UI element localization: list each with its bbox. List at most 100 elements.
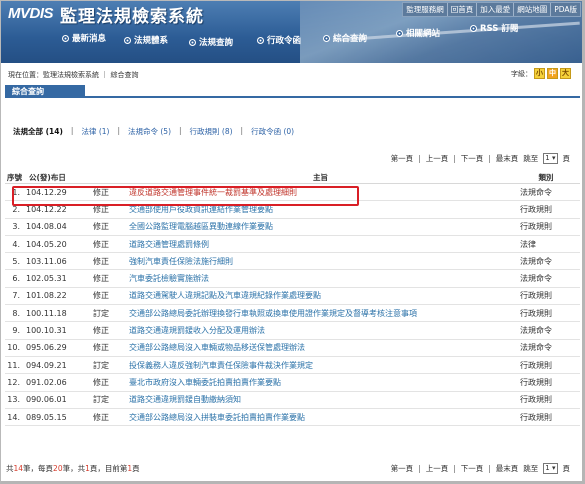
- font-size-large-button[interactable]: 大: [560, 68, 571, 79]
- toplink-home[interactable]: 回首頁: [446, 3, 477, 16]
- row-number: 7.: [12, 291, 20, 301]
- table-row: 11. 094.09.21 訂定 投保義務人違反強制汽車責任保險事件裁決作業規定 行政規…: [5, 357, 580, 375]
- summary-text: 頁: [132, 464, 140, 473]
- pager-prev-link[interactable]: 上一頁: [426, 463, 449, 474]
- pager-last-link[interactable]: 最末頁: [496, 463, 519, 474]
- pager-prev-link[interactable]: 上一頁: [426, 153, 449, 164]
- table-header: 序號 公(發)布日 主旨 類別: [5, 172, 580, 184]
- pager-page-suffix: 頁: [562, 154, 571, 163]
- pager-separator: |: [453, 154, 456, 163]
- row-category: 行政規則: [520, 204, 552, 214]
- mvdis-logo[interactable]: MVDIS: [8, 5, 54, 22]
- header-title: 主旨: [313, 173, 328, 182]
- pager-page-suffix: 頁: [562, 464, 571, 473]
- row-title-link[interactable]: 違反道路交通管理事件統一裁罰基準及處理細則: [129, 187, 512, 198]
- row-title-link[interactable]: 交通部公路總局沒入車輛或物品移送保管處理辦法: [129, 342, 512, 353]
- row-category: 法規命令: [520, 187, 552, 197]
- pager-jump-label: 跳至: [523, 154, 539, 163]
- pager-first-link[interactable]: 第一頁: [391, 463, 414, 474]
- table-row: 5. 103.11.06 修正 強制汽車責任保險法施行細則 法規命令: [5, 253, 580, 271]
- filter-admin-order[interactable]: 行政令函 (0): [251, 126, 294, 137]
- row-date: 100.10.31: [26, 326, 67, 336]
- nav-item-label: 法規體系: [134, 36, 169, 46]
- row-date: 101.08.22: [26, 291, 67, 301]
- filter-regulation[interactable]: 法規命令 (5): [128, 126, 171, 137]
- row-title-link[interactable]: 道路交通駕駛人違規記點及汽車違規紀錄作業處理要點: [129, 290, 512, 301]
- nav-item-news[interactable]: 最新消息: [62, 32, 106, 44]
- row-action: 訂定: [93, 308, 109, 318]
- row-date: 091.02.06: [26, 377, 67, 387]
- summary-text: 筆，共: [62, 464, 86, 473]
- toplink-favorite[interactable]: 加入最愛: [476, 3, 513, 16]
- nav-item-combined-search[interactable]: 綜合查詢: [323, 32, 367, 44]
- summary-per-page: 20: [53, 464, 63, 473]
- row-title-link[interactable]: 強制汽車責任保險法施行細則: [129, 256, 512, 267]
- toplink-sitemap[interactable]: 網站地圖: [513, 3, 550, 16]
- page-select-value: 1: [545, 464, 550, 472]
- nav-item-law-system[interactable]: 法規體系: [124, 34, 168, 46]
- font-size-medium-button[interactable]: 中: [547, 68, 558, 79]
- row-category: 行政規則: [520, 412, 552, 422]
- pager-top: 第一頁 | 上一頁 | 下一頁 | 最末頁 跳至 1 ▾ 頁: [391, 153, 570, 164]
- font-size-small-button[interactable]: 小: [534, 68, 545, 79]
- pager-first-link[interactable]: 第一頁: [391, 153, 414, 164]
- filter-law[interactable]: 法律 (1): [81, 126, 109, 137]
- filter-all[interactable]: 法規全部 (14): [13, 126, 63, 137]
- filter-separator: |: [179, 126, 182, 135]
- page-select[interactable]: 1 ▾: [543, 463, 558, 474]
- row-action: 訂定: [93, 395, 109, 405]
- row-title-link[interactable]: 交通部公路總局委託辦理換發行車執照或換車使用證作業規定及督導考核注意事項: [129, 308, 512, 319]
- table-row: 10. 095.06.29 修正 交通部公路總局沒入車輛或物品移送保管處理辦法 法規命令: [5, 340, 580, 357]
- nav-item-admin-orders[interactable]: 行政令函: [257, 34, 301, 46]
- row-date: 102.05.31: [26, 274, 67, 284]
- row-action: 修正: [93, 343, 109, 353]
- table-row: 9. 100.10.31 修正 道路交通違規罰鍰收入分配及運用辦法 法規命令: [5, 322, 580, 340]
- row-category: 行政規則: [520, 377, 552, 387]
- site-header: MVDIS 監理法規檢索系統 監理服務網 回首頁 加入最愛 網站地圖 PDA版 …: [0, 0, 585, 63]
- bullet-icon: [62, 34, 69, 42]
- row-title-link[interactable]: 投保義務人違反強制汽車責任保險事件裁決作業規定: [129, 360, 512, 371]
- row-date: 095.06.29: [26, 343, 67, 353]
- pager-next-link[interactable]: 下一頁: [461, 153, 484, 164]
- table-row: 13. 090.06.01 訂定 道路交通違規罰鍰自動繳納須知 行政規則: [5, 392, 580, 409]
- row-title-link[interactable]: 道路交通管理處罰條例: [129, 239, 512, 250]
- nav-item-label: 相關網站: [406, 29, 441, 39]
- row-title-link[interactable]: 交通部使用戶役政資訊連結作業管理要點: [129, 204, 512, 215]
- nav-item-rss[interactable]: RSS 訂閱: [470, 22, 518, 34]
- toplink-pda[interactable]: PDA版: [550, 3, 580, 16]
- row-date: 104.12.29: [26, 187, 67, 197]
- filter-separator: |: [70, 126, 74, 135]
- row-action: 修正: [93, 326, 109, 336]
- row-title-link[interactable]: 道路交通違規罰鍰收入分配及運用辦法: [129, 325, 512, 336]
- row-category: 法規命令: [520, 256, 552, 266]
- font-size-label: 字級：: [511, 69, 532, 78]
- row-title-link[interactable]: 全國公路監理電腦越區異動連線作業要點: [129, 221, 512, 232]
- table-row: 1. 104.12.29 修正 違反道路交通管理事件統一裁罰基準及處理細則 法規命令: [5, 184, 580, 202]
- row-title-link[interactable]: 交通部公路總局沒入拼裝車委託拍賣拍賣作業要點: [129, 412, 512, 423]
- page-select-value: 1: [545, 154, 550, 162]
- page-select[interactable]: 1 ▾: [543, 153, 558, 164]
- results-summary: 共14筆，每頁20筆，共1頁，目前第1頁: [6, 463, 140, 474]
- nav-item-label: 法規查詢: [199, 38, 234, 48]
- row-title-link[interactable]: 臺北市政府沒入車輛委託拍賣拍賣作業要點: [129, 377, 512, 388]
- top-links: 監理服務網 回首頁 加入最愛 網站地圖 PDA版: [402, 2, 581, 17]
- nav-item-law-search[interactable]: 法規查詢: [189, 36, 233, 48]
- filter-admin-rule[interactable]: 行政規則 (8): [190, 126, 233, 137]
- pager-next-link[interactable]: 下一頁: [461, 463, 484, 474]
- nav-item-related-sites[interactable]: 相關網站: [396, 27, 440, 39]
- pager-separator: |: [453, 464, 456, 473]
- summary-total: 14: [13, 464, 24, 473]
- table-row: 8. 100.11.18 訂定 交通部公路總局委託辦理換發行車執照或換車使用證作業規定…: [5, 305, 580, 323]
- row-number: 14.: [7, 412, 20, 422]
- row-category: 行政規則: [520, 308, 552, 318]
- toplink-service[interactable]: 監理服務網: [403, 3, 447, 16]
- bullet-icon: [124, 36, 131, 44]
- row-title-link[interactable]: 道路交通違規罰鍰自動繳納須知: [129, 394, 512, 405]
- table-row: 3. 104.08.04 修正 全國公路監理電腦越區異動連線作業要點 行政規則: [5, 219, 580, 236]
- pager-last-link[interactable]: 最末頁: [496, 153, 519, 164]
- row-title-link[interactable]: 汽車委託檢驗實施辦法: [129, 273, 512, 284]
- row-number: 6.: [12, 274, 20, 284]
- row-number: 3.: [12, 222, 20, 232]
- row-date: 104.12.22: [26, 204, 67, 214]
- pager-separator: |: [418, 154, 421, 163]
